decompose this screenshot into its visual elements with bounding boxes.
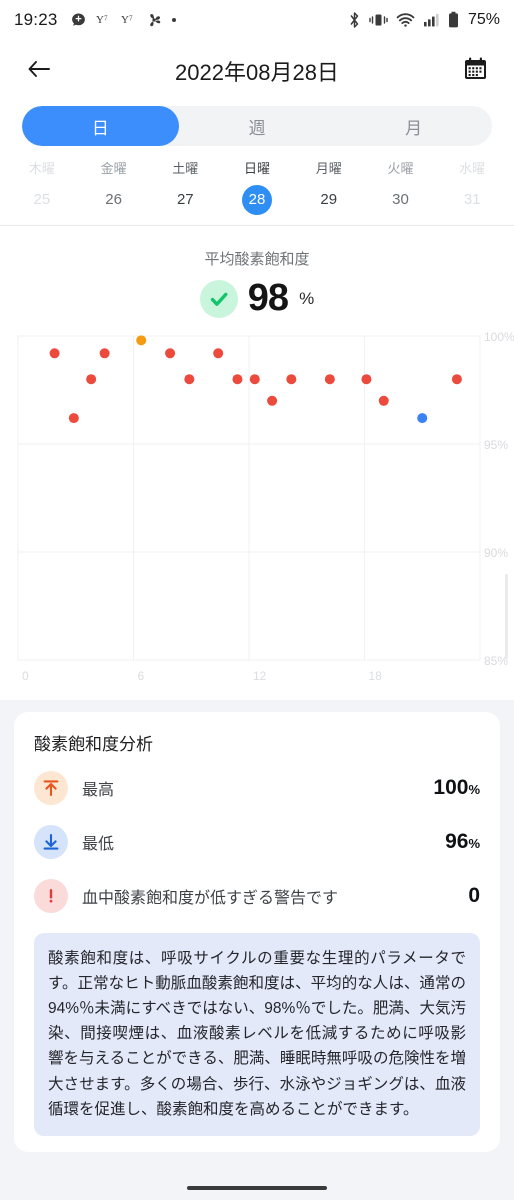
analysis-row-max: 最高 100% (34, 761, 480, 815)
svg-text:Y: Y (121, 14, 129, 26)
app-header: 2022年08月28日 (0, 40, 514, 102)
bluetooth-icon (348, 11, 361, 29)
phone-screen: 19:23 Y7 Y7 75% 2022年08月28日 日 週 月 木曜 25 … (0, 0, 514, 1200)
week-day-number: 29 (320, 191, 338, 208)
analysis-card: 酸素飽和度分析 最高 100% 最低 96% 血中酸素飽和度が低すぎる警告です … (14, 712, 500, 1152)
svg-text:Y: Y (96, 14, 104, 26)
signal-icon (423, 12, 440, 28)
svg-text:7: 7 (104, 15, 108, 23)
week-day-31[interactable]: 水曜 31 (436, 158, 508, 215)
chart-canvas: 100%95%90%85%0 6 12 18 (17, 330, 514, 683)
status-bar-notification-icons: Y7 Y7 (70, 12, 177, 29)
yahoo-icon-2: Y7 (121, 13, 137, 27)
tab-day[interactable]: 日 (22, 106, 179, 146)
week-day-name: 火曜 (387, 161, 414, 176)
wifi-icon (396, 12, 415, 28)
svg-text:100%: 100% (484, 330, 514, 344)
arrow-down-to-line-icon (34, 825, 68, 859)
average-value: 98 (247, 277, 289, 319)
svg-text:6: 6 (138, 669, 145, 683)
analysis-row-label: 最低 (82, 836, 115, 853)
week-day-28-selected[interactable]: 日曜 28 (221, 158, 293, 215)
spo2-scatter-chart[interactable]: 100% 95% 90% 85% 0 6 12 18 (0, 326, 514, 686)
average-label: 平均酸素飽和度 (204, 251, 310, 268)
analysis-row-value: 100% (433, 776, 480, 799)
week-day-name: 木曜 (28, 161, 55, 176)
svg-text:95%: 95% (484, 438, 508, 452)
week-day-26[interactable]: 金曜 26 (78, 158, 150, 215)
analysis-row-value: 96% (445, 830, 480, 853)
week-day-name: 水曜 (459, 161, 486, 176)
fan-icon (146, 12, 162, 28)
page-title: 2022年08月28日 (175, 60, 339, 85)
analysis-panel: 酸素飽和度分析 最高 100% 最低 96% 血中酸素飽和度が低すぎる警告です … (0, 700, 514, 1200)
analysis-description: 酸素飽和度は、呼吸サイクルの重要な生理的パラメータです。正常なヒト動脈血酸素飽和… (34, 933, 480, 1136)
analysis-row-min: 最低 96% (34, 815, 480, 869)
analysis-row-value: 0 (468, 884, 480, 907)
week-day-name: 土曜 (172, 161, 199, 176)
period-segmented-control: 日 週 月 (0, 102, 514, 146)
dot-icon (171, 17, 177, 23)
analysis-row-label: 血中酸素飽和度が低すぎる警告です (82, 890, 339, 907)
calendar-button[interactable] (458, 54, 492, 88)
week-day-27[interactable]: 土曜 27 (149, 158, 221, 215)
exclamation-icon (34, 879, 68, 913)
analysis-row-label: 最高 (82, 782, 115, 799)
svg-text:90%: 90% (484, 546, 508, 560)
status-bar: 19:23 Y7 Y7 75% (0, 0, 514, 40)
week-day-name: 月曜 (315, 161, 342, 176)
average-summary: 平均酸素飽和度 98 % (0, 226, 514, 320)
tab-week[interactable]: 週 (179, 106, 336, 146)
svg-text:0: 0 (22, 669, 29, 683)
back-arrow-icon (26, 58, 52, 85)
battery-icon (448, 11, 459, 29)
week-day-name: 日曜 (244, 161, 271, 176)
analysis-row-warning: 血中酸素飽和度が低すぎる警告です 0 (34, 869, 480, 923)
battery-percent-label: 75% (467, 11, 500, 28)
back-button[interactable] (22, 54, 56, 88)
week-day-number: 26 (105, 191, 122, 208)
week-day-number: 27 (176, 191, 194, 208)
status-bar-clock: 19:23 (14, 10, 58, 29)
average-unit: % (299, 288, 315, 308)
week-day-25[interactable]: 木曜 25 (6, 158, 78, 215)
week-day-29[interactable]: 月曜 29 (293, 158, 365, 215)
week-day-number: 30 (392, 191, 409, 208)
week-day-number: 28 (242, 185, 273, 215)
tab-month[interactable]: 月 (335, 106, 492, 146)
vibrate-icon (369, 12, 388, 28)
svg-text:12: 12 (253, 669, 267, 683)
week-day-number: 31 (463, 191, 481, 208)
week-day-name: 金曜 (100, 161, 127, 176)
app-badge-icon (70, 12, 87, 29)
arrow-up-to-line-icon (34, 771, 68, 805)
calendar-icon (463, 56, 488, 86)
analysis-title: 酸素飽和度分析 (34, 735, 153, 754)
week-day-30[interactable]: 火曜 30 (365, 158, 437, 215)
svg-text:7: 7 (129, 15, 133, 23)
week-day-strip: 木曜 25 金曜 26 土曜 27 日曜 28 月曜 29 火曜 30 水曜 3… (0, 146, 514, 226)
gesture-navigation-bar[interactable] (187, 1186, 327, 1190)
svg-text:18: 18 (369, 669, 383, 683)
check-circle-icon (199, 279, 238, 318)
yahoo-icon-1: Y7 (96, 13, 112, 27)
chart-scrollbar[interactable] (505, 574, 508, 659)
status-bar-system-icons: 75% (348, 11, 500, 29)
week-day-number: 25 (33, 191, 51, 208)
